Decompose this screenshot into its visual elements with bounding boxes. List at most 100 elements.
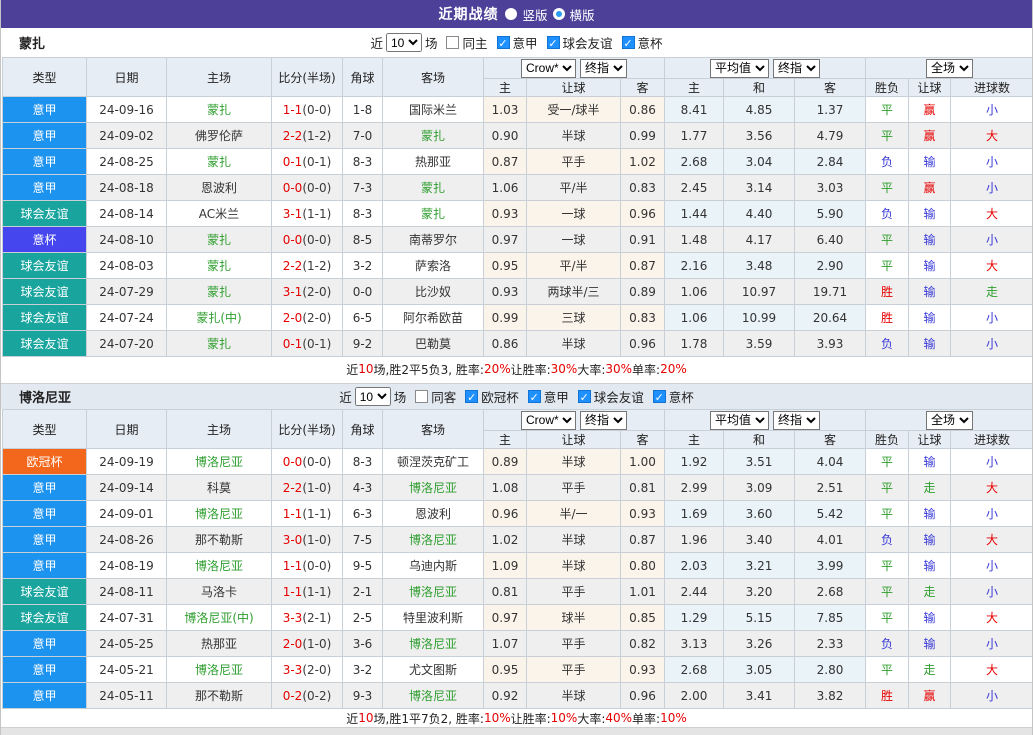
league-filter-1-checkbox[interactable]: ✓ bbox=[546, 36, 560, 50]
avg-home-odds: 1.96 bbox=[664, 526, 724, 553]
match-row: 意甲 24-09-14 科莫 2-2(1-0) 4-3 博洛尼亚 1.08 平手 0.81 2.9… bbox=[2, 474, 1032, 501]
filter-prefix-label: 近 bbox=[339, 390, 352, 405]
corners-cell: 6-5 bbox=[342, 304, 383, 331]
crow-handicap: 半球 bbox=[526, 330, 621, 357]
avg-draw-odds: 3.60 bbox=[723, 500, 795, 527]
league-filter-2-checkbox[interactable]: ✓ bbox=[621, 36, 635, 50]
score-cell: 2-2(1-2) bbox=[271, 252, 343, 279]
average-odds-select[interactable]: 平均值 bbox=[710, 58, 769, 78]
date-cell: 24-05-21 bbox=[86, 656, 167, 683]
halftime-score: (1-1) bbox=[302, 506, 332, 521]
result-handicap: 输 bbox=[908, 304, 952, 331]
crow-handicap: 两球半/三 bbox=[526, 278, 621, 305]
crow-company-select[interactable]: Crow* bbox=[521, 410, 576, 430]
result-handicap: 输 bbox=[908, 200, 952, 227]
league-filter-0-checkbox[interactable]: ✓ bbox=[465, 390, 479, 404]
corners-cell: 6-3 bbox=[342, 500, 383, 527]
avg-draw-odds: 3.41 bbox=[723, 682, 795, 709]
score-cell: 2-0(1-0) bbox=[271, 630, 343, 657]
fulltime-score: 0-2 bbox=[282, 688, 303, 703]
score-cell: 3-1(2-0) bbox=[271, 278, 343, 305]
filter-bar: 近 10 场同客 ✓ 欧冠杯 ✓ 意甲 ✓ 球会友谊 ✓ 意杯 bbox=[339, 387, 694, 406]
column-header-date: 日期 bbox=[86, 409, 167, 449]
away-team-cell: 博洛尼亚 bbox=[382, 474, 484, 501]
final-odds-select-2[interactable]: 终指 bbox=[773, 58, 820, 78]
summary-text-segment: 30% bbox=[605, 362, 633, 376]
crow-away-odds: 1.01 bbox=[620, 578, 665, 605]
halftime-score: (2-0) bbox=[302, 310, 332, 325]
team-section-bologna: 博洛尼亚 近 10 场同客 ✓ 欧冠杯 ✓ 意甲 ✓ 球会友谊 ✓ 意杯 类型 日期 主场 比分(半… bbox=[1, 383, 1032, 727]
corners-cell: 7-0 bbox=[342, 122, 383, 149]
crow-company-select[interactable]: Crow* bbox=[521, 58, 576, 78]
avg-away-odds: 7.85 bbox=[793, 604, 867, 631]
subcol-crow-away: 客 bbox=[620, 430, 665, 449]
avg-away-odds: 4.79 bbox=[793, 122, 867, 149]
crow-home-odds: 0.95 bbox=[483, 656, 527, 683]
date-cell: 24-07-20 bbox=[86, 330, 167, 357]
result-goals: 小 bbox=[950, 174, 1032, 201]
avg-home-odds: 2.44 bbox=[664, 578, 724, 605]
avg-home-odds: 1.06 bbox=[664, 278, 724, 305]
home-team-cell: 博洛尼亚 bbox=[166, 500, 272, 527]
match-count-select[interactable]: 10 bbox=[354, 387, 391, 406]
score-cell: 2-0(2-0) bbox=[271, 304, 343, 331]
corners-cell: 2-1 bbox=[342, 578, 383, 605]
summary-text-segment: 20% bbox=[483, 362, 511, 376]
date-cell: 24-05-11 bbox=[86, 682, 167, 709]
result-handicap: 走 bbox=[908, 656, 952, 683]
home-team-cell: 博洛尼亚 bbox=[166, 552, 272, 579]
full-match-select[interactable]: 全场 bbox=[926, 58, 974, 78]
full-match-select[interactable]: 全场 bbox=[926, 410, 974, 430]
avg-draw-odds: 3.14 bbox=[723, 174, 795, 201]
final-odds-select[interactable]: 终指 bbox=[580, 410, 627, 430]
match-count-select[interactable]: 10 bbox=[385, 33, 422, 52]
fulltime-score: 3-0 bbox=[282, 532, 303, 547]
match-type-cell: 球会友谊 bbox=[2, 604, 87, 631]
horizontal-layout-radio[interactable] bbox=[552, 8, 565, 20]
league-filter-2-checkbox[interactable]: ✓ bbox=[577, 390, 591, 404]
same-venue-checkbox[interactable] bbox=[446, 36, 460, 49]
corners-cell: 8-3 bbox=[342, 148, 383, 175]
league-filter-3-checkbox[interactable]: ✓ bbox=[652, 390, 666, 404]
corners-cell: 9-5 bbox=[342, 552, 383, 579]
match-row: 意甲 24-05-11 那不勒斯 0-2(0-2) 9-3 博洛尼亚 0.92 半球 0.96 2… bbox=[2, 682, 1032, 709]
avg-away-odds: 4.01 bbox=[793, 526, 867, 553]
home-team-cell: 那不勒斯 bbox=[166, 526, 272, 553]
summary-text-segment: 10 bbox=[358, 711, 374, 725]
summary-text-segment: 近 bbox=[346, 711, 359, 726]
avg-home-odds: 2.68 bbox=[664, 656, 724, 683]
corners-cell: 4-3 bbox=[342, 474, 383, 501]
result-outcome: 胜 bbox=[865, 278, 910, 305]
crow-handicap: 半球 bbox=[526, 122, 621, 149]
crow-home-odds: 0.87 bbox=[483, 148, 527, 175]
crow-away-odds: 0.87 bbox=[620, 252, 665, 279]
vertical-layout-label: 竖版 bbox=[522, 7, 548, 23]
summary-text-segment: 大率: bbox=[577, 711, 606, 726]
score-cell: 3-0(1-0) bbox=[271, 526, 343, 553]
avg-home-odds: 1.77 bbox=[664, 122, 724, 149]
score-cell: 0-2(0-2) bbox=[271, 682, 343, 709]
away-team-cell: 特里波利斯 bbox=[382, 604, 484, 631]
average-odds-select[interactable]: 平均值 bbox=[710, 410, 769, 430]
avg-home-odds: 1.69 bbox=[664, 500, 724, 527]
final-odds-select[interactable]: 终指 bbox=[580, 58, 627, 78]
avg-draw-odds: 3.56 bbox=[723, 122, 795, 149]
league-filter-1-checkbox[interactable]: ✓ bbox=[527, 390, 541, 404]
date-cell: 24-08-10 bbox=[86, 226, 167, 253]
crow-handicap: 受一/球半 bbox=[526, 96, 621, 123]
home-team-cell: 蒙扎(中) bbox=[166, 304, 272, 331]
same-venue-checkbox[interactable] bbox=[415, 390, 429, 403]
crow-group-header: Crow* 终指 bbox=[483, 57, 665, 79]
fulltime-score: 0-1 bbox=[282, 154, 303, 169]
avg-draw-odds: 3.26 bbox=[723, 630, 795, 657]
final-odds-select-2[interactable]: 终指 bbox=[773, 410, 820, 430]
match-row: 意杯 24-08-10 蒙扎 0-0(0-0) 8-5 南蒂罗尔 0.97 一球 0.91 1.4… bbox=[2, 226, 1032, 253]
league-filter-0-checkbox[interactable]: ✓ bbox=[496, 36, 510, 50]
result-outcome: 平 bbox=[865, 656, 910, 683]
avg-home-odds: 2.03 bbox=[664, 552, 724, 579]
result-handicap: 输 bbox=[908, 278, 952, 305]
vertical-layout-radio[interactable] bbox=[505, 8, 518, 20]
result-outcome: 负 bbox=[865, 200, 910, 227]
crow-handicap: 球半 bbox=[526, 604, 621, 631]
halftime-score: (0-0) bbox=[302, 558, 332, 573]
